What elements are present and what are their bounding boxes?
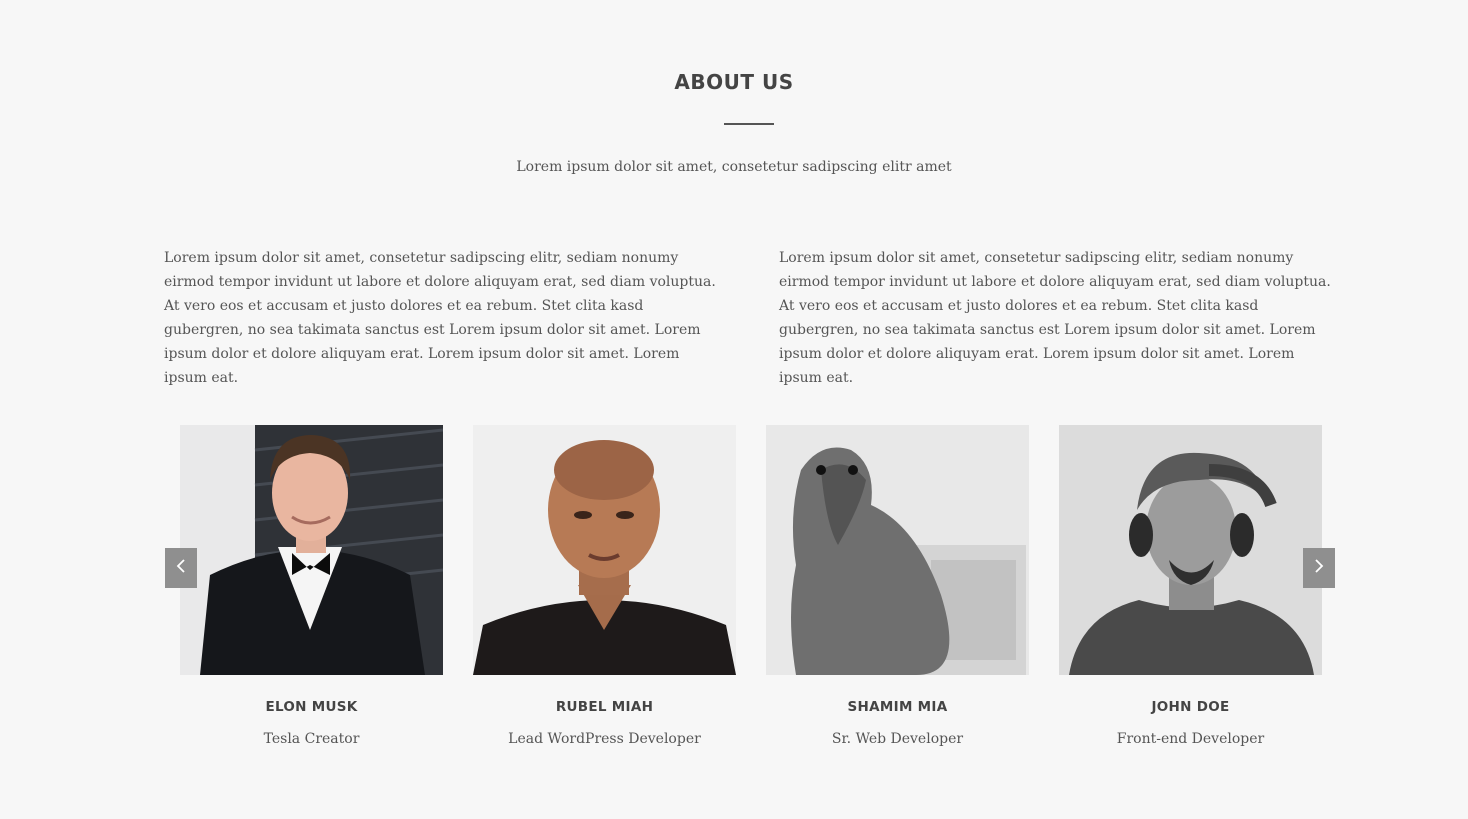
team-member-name: JOHN DOE [1151,699,1230,715]
about-paragraph-right: Lorem ipsum dolor sit amet, consetetur s… [779,250,1331,386]
team-member-name: ELON MUSK [265,699,358,715]
section-title: ABOUT US [674,70,794,94]
team-member-role: Front-end Developer [1116,731,1265,747]
chevron-right-icon [1313,558,1325,578]
team-card[interactable]: JOHN DOE Front-end Developer [1059,425,1322,747]
team-member-role: Lead WordPress Developer [508,731,701,747]
team-member-name: SHAMIM MIA [847,699,948,715]
team-photo-john-doe [1059,425,1322,675]
team-card[interactable]: RUBEL MIAH Lead WordPress Developer [473,425,736,747]
carousel-next-button[interactable] [1303,548,1335,588]
chevron-left-icon [175,558,187,578]
team-member-name: RUBEL MIAH [555,699,654,715]
section-subtitle: Lorem ipsum dolor sit amet, consetetur s… [516,159,952,175]
team-card[interactable]: ELON MUSK Tesla Creator [180,425,443,747]
team-photo-shamim-mia [766,425,1029,675]
team-photo-rubel-miah [473,425,736,675]
team-photo-elon-musk [180,425,443,675]
title-divider [724,123,774,125]
team-member-role: Sr. Web Developer [831,731,964,747]
about-paragraph-left: Lorem ipsum dolor sit amet, consetetur s… [164,250,716,386]
about-section: ABOUT US Lorem ipsum dolor sit amet, con… [0,0,1468,819]
team-card[interactable]: SHAMIM MIA Sr. Web Developer [766,425,1029,747]
carousel-prev-button[interactable] [165,548,197,588]
team-carousel: ELON MUSK Tesla Creator RUBEL MIAH Lead … [0,425,1468,765]
team-member-role: Tesla Creator [263,731,360,747]
